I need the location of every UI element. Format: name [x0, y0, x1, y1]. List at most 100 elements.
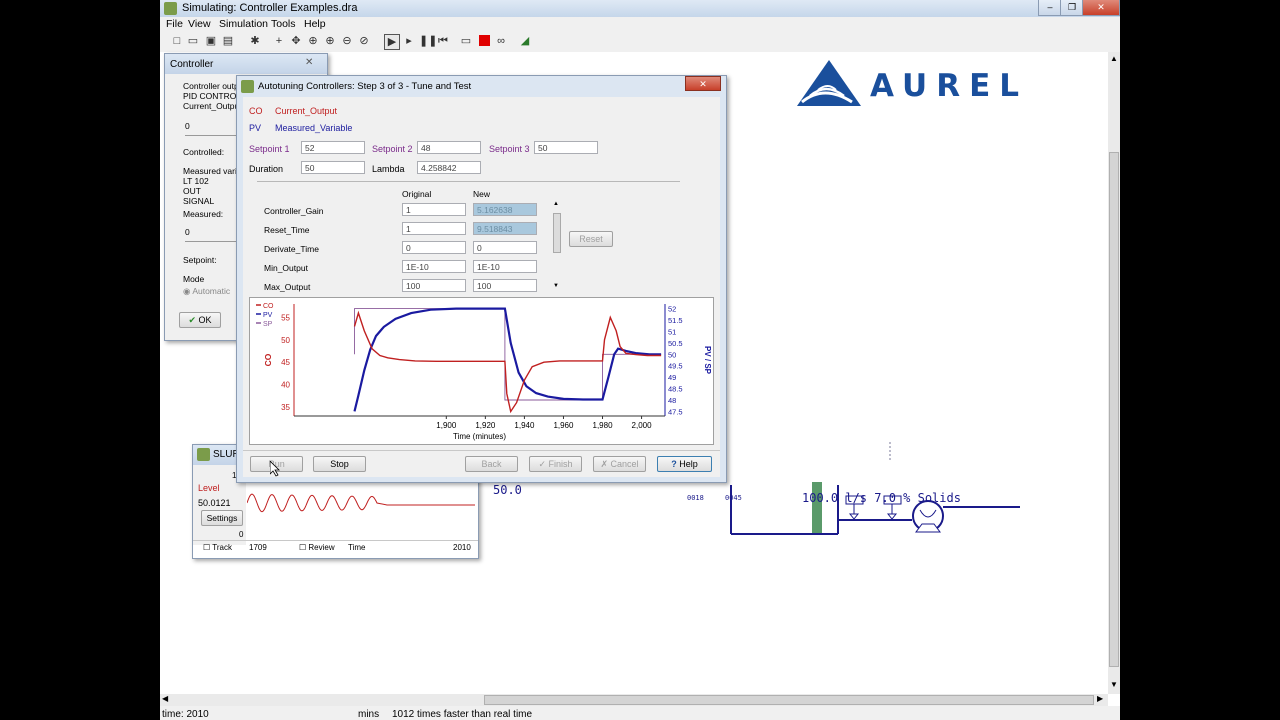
status-speed: 1012 times faster than real time — [392, 709, 533, 720]
controller-panel-title: Controller — [170, 59, 214, 70]
slurry-divider — [193, 540, 478, 541]
setpoint2-field[interactable]: 48 — [417, 141, 481, 154]
title-bar: Simulating: Controller Examples.dra ‒ ❐ … — [160, 0, 1120, 17]
mouse-cursor-icon — [270, 461, 280, 477]
setpoint3-label: Setpoint 3 — [489, 144, 530, 154]
controller-ok-button[interactable]: ✔ OK — [179, 312, 221, 328]
lambda-field[interactable]: 4.258842 — [417, 161, 481, 174]
controller-ok-label: OK — [198, 315, 212, 325]
param-original[interactable]: 100 — [402, 279, 466, 292]
param-new[interactable]: 5.162638 — [473, 203, 537, 216]
y-right-tick-label: 51 — [668, 327, 676, 336]
x-axis-title: Time (minutes) — [453, 432, 506, 441]
zoom-in-icon[interactable]: ⊕ — [323, 34, 337, 48]
menu-tools[interactable]: Tools — [271, 18, 296, 30]
horizontal-scrollbar[interactable]: ◀ ▶ — [160, 694, 1108, 706]
controller-close-icon[interactable]: ✕ — [305, 57, 313, 68]
aurel-logo: AUREL — [794, 58, 1019, 111]
param-original[interactable]: 0 — [402, 241, 466, 254]
zoom-reset-icon[interactable]: ⊘ — [357, 34, 371, 48]
param-original[interactable]: 1 — [402, 203, 466, 216]
y-left-axis-title: CO — [263, 353, 273, 366]
zoom-out-icon[interactable]: ⊖ — [340, 34, 354, 48]
scroll-down-icon[interactable]: ▼ — [1108, 680, 1120, 689]
y-right-tick-label: 50 — [668, 350, 676, 359]
record-icon[interactable] — [477, 34, 491, 48]
help-button[interactable]: ? Help — [657, 456, 712, 472]
flow-tag-2[interactable]: 0045 — [725, 494, 742, 502]
back-button[interactable]: Back — [465, 456, 518, 472]
co-tag: CO — [249, 106, 263, 116]
slurry-review-checkbox[interactable]: ☐ Review — [299, 543, 335, 552]
param-original[interactable]: 1E-10 — [402, 260, 466, 273]
param-scroll-thumb[interactable] — [553, 213, 561, 253]
slurry-track-checkbox[interactable]: ☐ Track — [203, 543, 232, 552]
param-name: Derivate_Time — [264, 244, 319, 254]
menu-file[interactable]: File — [166, 18, 183, 30]
y-left-tick-label: 50 — [281, 336, 290, 345]
save-icon[interactable]: ▣ — [204, 34, 218, 48]
flow-tag-1[interactable]: 0018 — [687, 494, 704, 502]
play-icon[interactable]: ▶ — [384, 34, 400, 50]
slurry-settings-button[interactable]: Settings — [201, 510, 243, 526]
param-new[interactable]: 100 — [473, 279, 537, 292]
measured-label: Measured: — [183, 209, 224, 219]
y-right-tick-label: 50.5 — [668, 339, 683, 348]
bug-icon[interactable]: ✱ — [248, 34, 262, 48]
vertical-scrollbar[interactable]: ▲ ▼ — [1108, 52, 1120, 694]
move-icon[interactable]: ✥ — [289, 34, 303, 48]
param-new[interactable]: 9.518843 — [473, 222, 537, 235]
param-scroll-up-icon[interactable]: ▲ — [553, 201, 559, 207]
rewind-icon[interactable]: ⏮ — [436, 34, 450, 48]
print-icon[interactable]: ▤ — [221, 34, 235, 48]
separator — [257, 181, 680, 182]
aurel-logo-mark — [797, 60, 861, 106]
vertical-scroll-thumb[interactable] — [1109, 152, 1119, 667]
crosshair-icon[interactable]: + — [272, 34, 286, 48]
pause-icon[interactable]: ❚❚ — [419, 34, 437, 48]
menu-help[interactable]: Help — [304, 18, 326, 30]
reset-button[interactable]: Reset — [569, 231, 613, 247]
mode-automatic-radio[interactable]: ◉ Automatic — [183, 286, 230, 297]
x-tick-label: 1,920 — [475, 421, 496, 430]
pv-tag: PV — [249, 123, 262, 133]
param-original[interactable]: 1 — [402, 222, 466, 235]
x-tick-label: 1,960 — [553, 421, 574, 430]
scroll-right-icon[interactable]: ▶ — [1097, 694, 1103, 703]
column-new: New — [473, 189, 491, 199]
new-file-icon[interactable]: □ — [170, 34, 184, 48]
scroll-up-icon[interactable]: ▲ — [1108, 54, 1120, 63]
y-right-axis-title: PV / SP — [703, 346, 712, 375]
tuning-chart-svg: 1,900 1,920 1,940 1,960 1,980 2,000 35 40 45 50 55… — [256, 303, 712, 441]
autotuning-app-icon — [241, 80, 254, 93]
minimize-icon[interactable]: ‒ — [1038, 0, 1062, 16]
autotuning-body: CO Current_Output PV Measured_Variable S… — [243, 97, 720, 477]
finish-button[interactable]: ✓ Finish — [529, 456, 582, 472]
loop-icon[interactable]: ∞ — [494, 34, 508, 48]
param-scroll-down-icon[interactable]: ▼ — [553, 283, 559, 289]
parameters-table: Controller_Gain 1 5.162638 Reset_Time 1 … — [243, 201, 563, 293]
check-icon: ✔ — [188, 315, 196, 325]
param-name: Controller_Gain — [264, 206, 324, 216]
setpoint1-field[interactable]: 52 — [301, 141, 365, 154]
chart-icon[interactable]: ◢ — [518, 34, 532, 48]
zoom-fit-icon[interactable]: ⊕ — [306, 34, 320, 48]
setpoint3-field[interactable]: 50 — [534, 141, 598, 154]
parameters-scrollbar[interactable]: ▲ ▼ — [551, 201, 563, 291]
close-icon[interactable]: ✕ — [1082, 0, 1120, 16]
step-icon[interactable]: ▸ — [402, 34, 416, 48]
horizontal-scroll-thumb[interactable] — [484, 695, 1094, 705]
autotuning-close-icon[interactable]: ✕ — [685, 76, 721, 91]
open-folder-icon[interactable]: ▭ — [186, 34, 200, 48]
duration-field[interactable]: 50 — [301, 161, 365, 174]
menu-simulation[interactable]: Simulation — [219, 18, 268, 30]
param-new[interactable]: 0 — [473, 241, 537, 254]
cancel-button[interactable]: ✗ Cancel — [593, 456, 646, 472]
scroll-left-icon[interactable]: ◀ — [162, 694, 168, 703]
menu-view[interactable]: View — [188, 18, 211, 30]
param-name: Max_Output — [264, 282, 311, 292]
monitor-icon[interactable]: ▭ — [459, 34, 473, 48]
maximize-icon[interactable]: ❐ — [1060, 0, 1084, 16]
stop-button[interactable]: Stop — [313, 456, 366, 472]
param-new[interactable]: 1E-10 — [473, 260, 537, 273]
